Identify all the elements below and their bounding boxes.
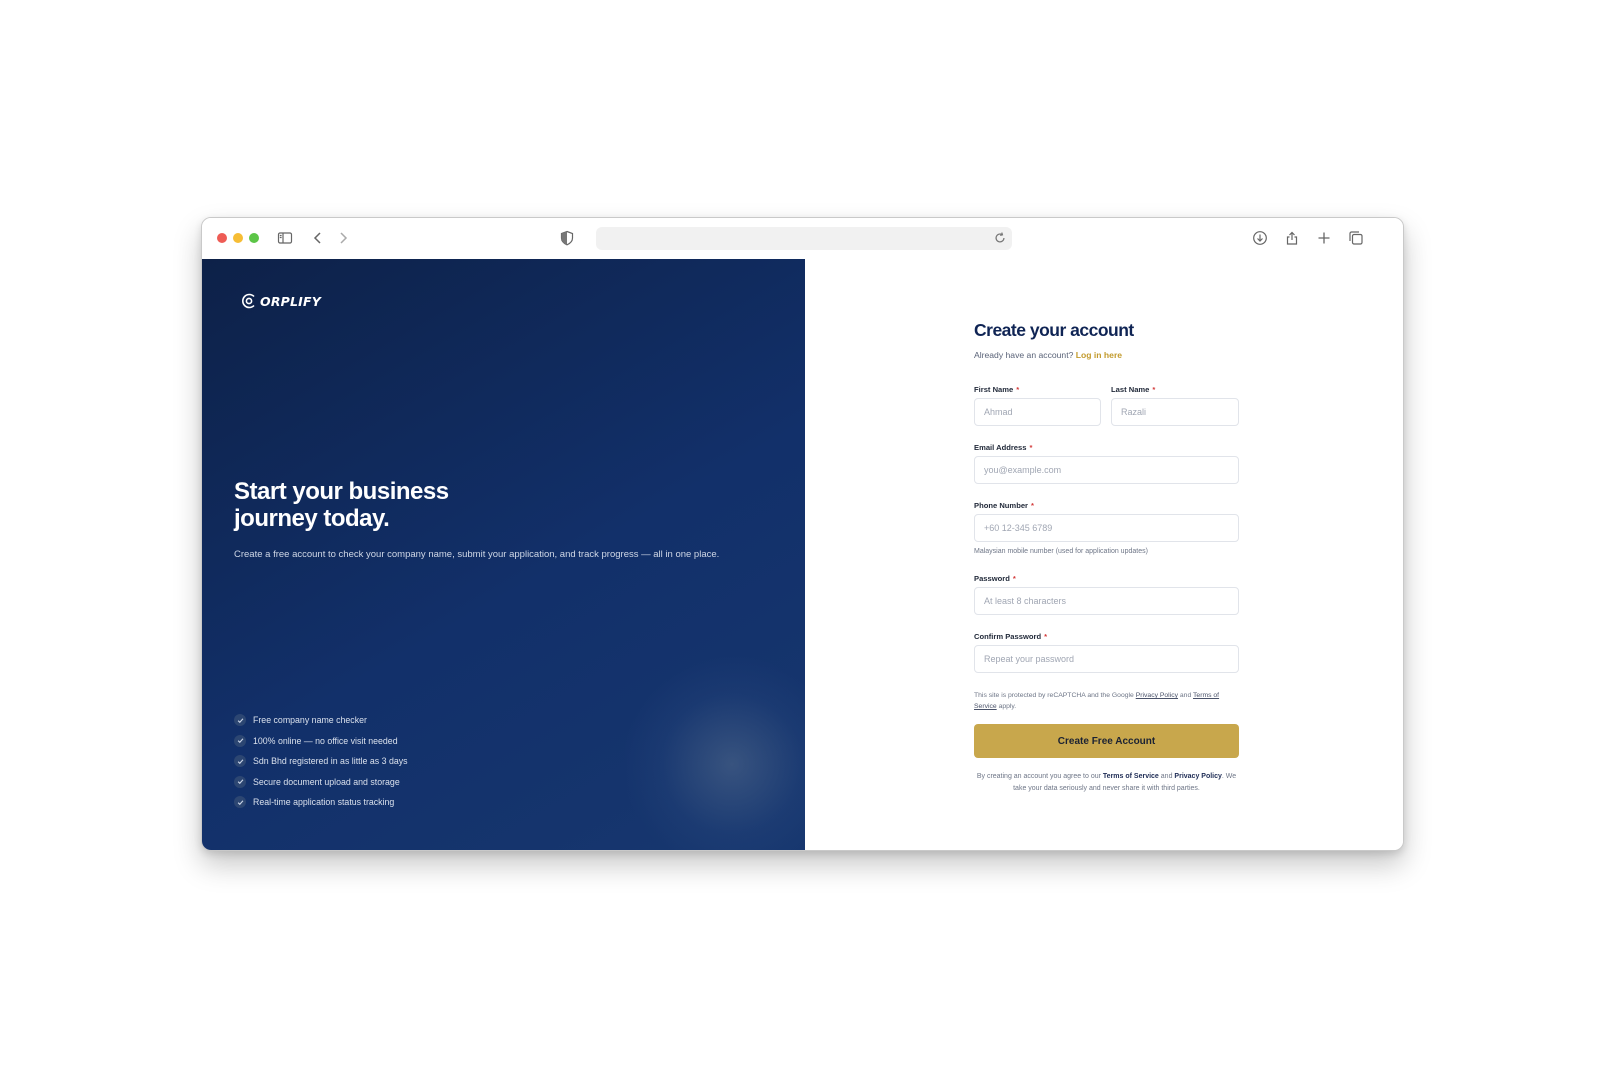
zoom-window-button[interactable] <box>249 233 259 243</box>
hero-glow <box>622 654 805 850</box>
email-label-text: Email Address <box>974 443 1027 452</box>
email-input[interactable] <box>974 456 1239 484</box>
agreement-prefix: By creating an account you agree to our <box>976 773 1101 780</box>
password-label: Password * <box>974 574 1016 583</box>
confirm-password-label-text: Confirm Password <box>974 632 1042 641</box>
create-account-button[interactable]: Create Free Account <box>974 724 1239 758</box>
required-mark: * <box>1044 632 1048 641</box>
check-icon <box>234 796 246 809</box>
tabs-overview-icon[interactable] <box>1347 229 1365 247</box>
reload-icon[interactable] <box>993 231 1007 245</box>
feature-item: Sdn Bhd registered in as little as 3 day… <box>234 751 408 772</box>
required-mark: * <box>1029 443 1033 452</box>
check-icon <box>234 734 246 747</box>
login-link[interactable]: Log in here <box>1076 350 1122 360</box>
logo-text: ORPLIFY <box>260 293 322 309</box>
phone-label: Phone Number * <box>974 501 1034 510</box>
minimize-window-button[interactable] <box>233 233 243 243</box>
signup-panel: Create your account Already have an acco… <box>805 259 1403 850</box>
feature-item: Secure document upload and storage <box>234 772 408 793</box>
hero-subtitle: Create a free account to check your comp… <box>234 549 720 560</box>
password-label-text: Password <box>974 574 1010 583</box>
required-mark: * <box>1031 501 1034 510</box>
feature-text: Real-time application status tracking <box>253 797 395 808</box>
hero-title-line-2: journey today. <box>234 505 390 532</box>
confirm-password-input[interactable] <box>974 645 1239 673</box>
address-bar[interactable] <box>596 227 1012 250</box>
login-prompt: Already have an account? Log in here <box>974 350 1122 360</box>
terms-link[interactable]: Terms of Service <box>1103 773 1159 780</box>
browser-toolbar <box>202 218 1403 259</box>
privacy-link[interactable]: Privacy Policy <box>1174 773 1221 780</box>
first-name-label-text: First Name <box>974 385 1014 394</box>
logo[interactable]: ORPLIFY <box>240 292 321 310</box>
logo-icon <box>242 293 255 309</box>
hero-title: Start your business journey today. <box>234 478 534 532</box>
feature-list: Free company name checker 100% online — … <box>234 710 408 813</box>
check-icon <box>234 755 246 768</box>
email-label: Email Address * <box>974 443 1032 452</box>
required-mark: * <box>1012 574 1016 583</box>
recaptcha-suffix: apply. <box>998 702 1017 710</box>
last-name-input[interactable] <box>1111 398 1239 426</box>
agreement-and: and <box>1160 773 1173 780</box>
close-window-button[interactable] <box>217 233 227 243</box>
back-icon[interactable] <box>309 229 327 247</box>
feature-item: Real-time application status tracking <box>234 792 408 813</box>
feature-text: 100% online — no office visit needed <box>253 735 398 746</box>
recaptcha-privacy-link[interactable]: Privacy Policy <box>1136 692 1178 699</box>
feature-item: Free company name checker <box>234 710 408 731</box>
last-name-label: Last Name * <box>1111 385 1155 394</box>
required-mark: * <box>1152 385 1156 394</box>
feature-text: Sdn Bhd registered in as little as 3 day… <box>253 756 408 767</box>
confirm-password-label: Confirm Password * <box>974 632 1047 641</box>
recaptcha-notice: This site is protected by reCAPTCHA and … <box>974 691 1239 712</box>
share-icon[interactable] <box>1283 229 1301 247</box>
shield-icon[interactable] <box>558 229 576 247</box>
form-title: Create your account <box>974 320 1134 340</box>
new-tab-icon[interactable] <box>1315 229 1333 247</box>
recaptcha-prefix: This site is protected by reCAPTCHA and … <box>974 692 1134 699</box>
hero-title-line-1: Start your business <box>234 478 449 505</box>
phone-input[interactable] <box>974 514 1239 542</box>
sidebar-icon[interactable] <box>276 229 294 247</box>
login-prompt-text: Already have an account? <box>974 350 1074 360</box>
download-icon[interactable] <box>1251 229 1269 247</box>
feature-item: 100% online — no office visit needed <box>234 731 408 752</box>
hero-panel: ORPLIFY Start your business journey toda… <box>202 259 805 850</box>
recaptcha-and: and <box>1179 692 1192 699</box>
password-input[interactable] <box>974 587 1239 615</box>
first-name-input[interactable] <box>974 398 1101 426</box>
phone-label-text: Phone Number <box>974 501 1029 510</box>
last-name-label-text: Last Name <box>1111 385 1150 394</box>
phone-hint: Malaysian mobile number (used for applic… <box>974 548 1148 555</box>
required-mark: * <box>1016 385 1020 394</box>
agreement-text: By creating an account you agree to our … <box>974 771 1239 795</box>
check-icon <box>234 775 246 788</box>
feature-text: Secure document upload and storage <box>253 776 400 787</box>
check-icon <box>234 714 246 727</box>
feature-text: Free company name checker <box>253 715 367 726</box>
first-name-label: First Name * <box>974 385 1019 394</box>
forward-icon[interactable] <box>334 229 352 247</box>
browser-window: ORPLIFY Start your business journey toda… <box>201 217 1404 851</box>
